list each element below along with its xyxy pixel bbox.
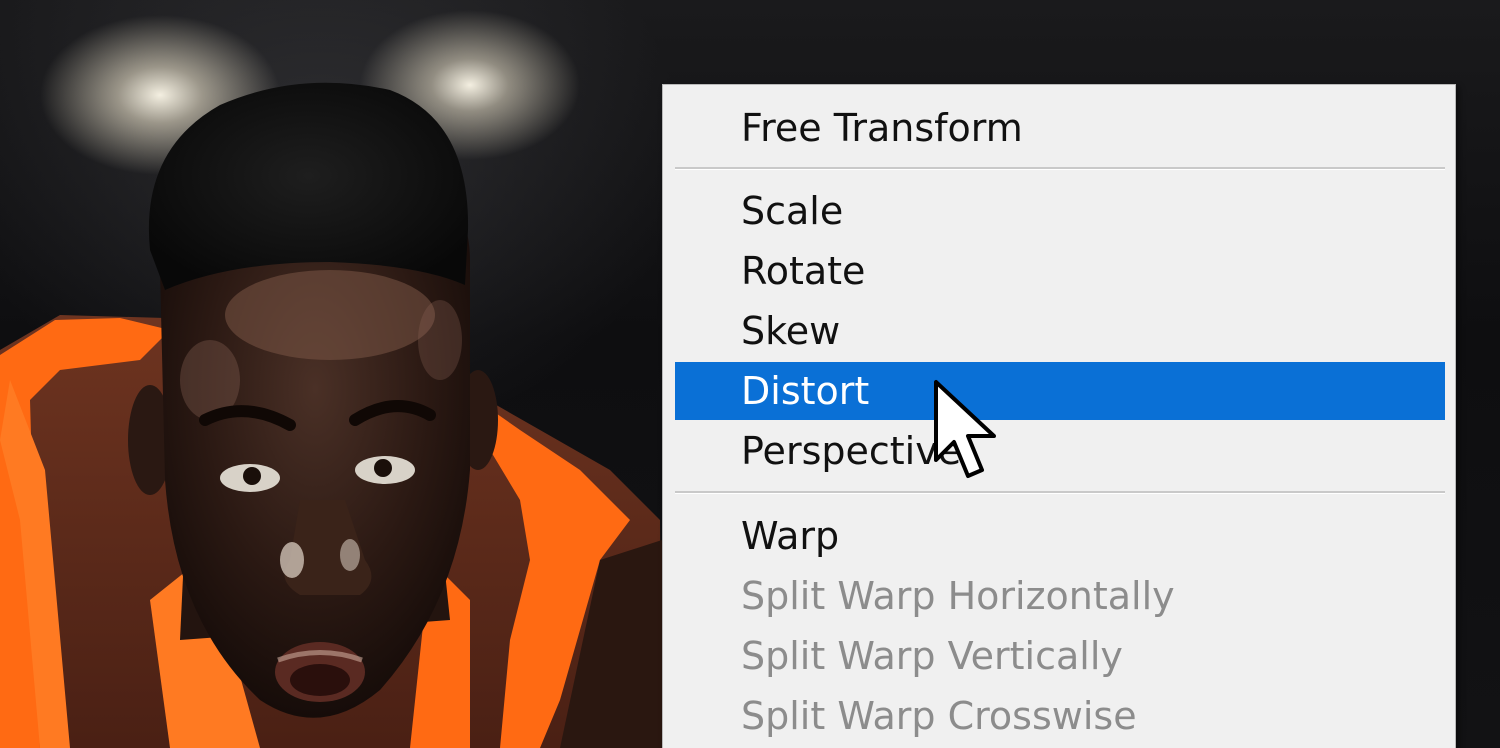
menu-item-warp[interactable]: Warp: [675, 507, 1445, 565]
arrow-pointer-icon: [934, 380, 996, 478]
menu-item-skew[interactable]: Skew: [675, 302, 1445, 360]
menu-item-rotate[interactable]: Rotate: [675, 242, 1445, 300]
menu-item-scale[interactable]: Scale: [675, 182, 1445, 240]
menu-item-split-warp-horizontally[interactable]: Split Warp Horizontally: [675, 567, 1445, 625]
photo-canvas: Free Transform Scale Rotate Skew Distort…: [0, 0, 1500, 748]
menu-separator: [675, 491, 1445, 494]
menu-item-split-warp-crosswise[interactable]: Split Warp Crosswise: [675, 687, 1445, 745]
menu-item-distort[interactable]: Distort: [675, 362, 1445, 420]
menu-item-free-transform[interactable]: Free Transform: [675, 99, 1445, 157]
transform-context-menu: Free Transform Scale Rotate Skew Distort…: [662, 84, 1456, 748]
menu-separator: [675, 167, 1445, 170]
menu-item-perspective[interactable]: Perspective: [675, 422, 1445, 480]
menu-item-split-warp-vertically[interactable]: Split Warp Vertically: [675, 627, 1445, 685]
